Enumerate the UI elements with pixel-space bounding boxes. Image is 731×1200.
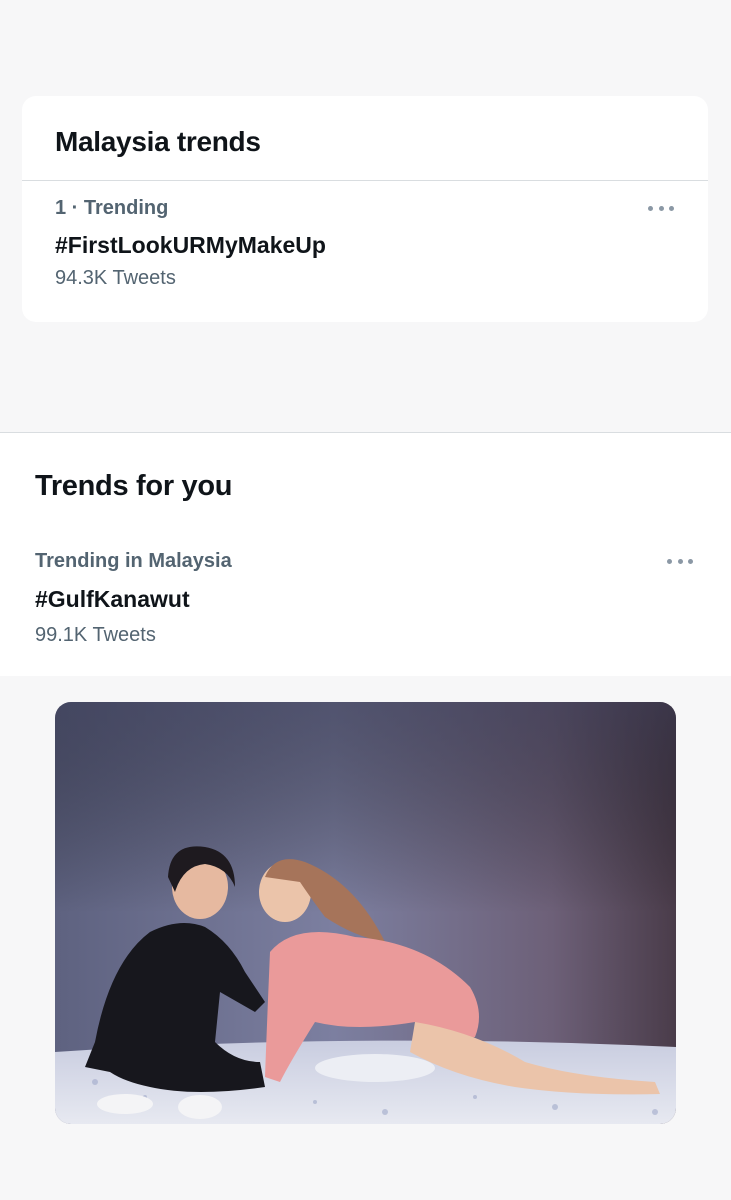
trend-tweet-count: 99.1K Tweets bbox=[35, 624, 156, 646]
trends-for-you-title: Trends for you bbox=[35, 470, 233, 502]
trend-meta: 1 · Trending bbox=[55, 197, 169, 219]
trend-meta: Trending in Malaysia bbox=[35, 550, 232, 572]
malaysia-trends-card: Malaysia trends 1 · Trending #FirstLookU… bbox=[22, 96, 708, 322]
trend-hashtag[interactable]: #GulfKanawut bbox=[35, 586, 190, 613]
trend-hashtag[interactable]: #FirstLookURMyMakeUp bbox=[55, 232, 326, 259]
trend-photo[interactable] bbox=[55, 702, 676, 1124]
trend-tweet-count: 94.3K Tweets bbox=[55, 267, 176, 289]
malaysia-trends-title: Malaysia trends bbox=[55, 126, 261, 157]
trends-for-you-section: Trends for you Trending in Malaysia #Gul… bbox=[0, 432, 731, 676]
more-horizontal-icon[interactable] bbox=[648, 203, 674, 213]
divider bbox=[22, 180, 708, 181]
more-horizontal-icon[interactable] bbox=[667, 556, 693, 566]
